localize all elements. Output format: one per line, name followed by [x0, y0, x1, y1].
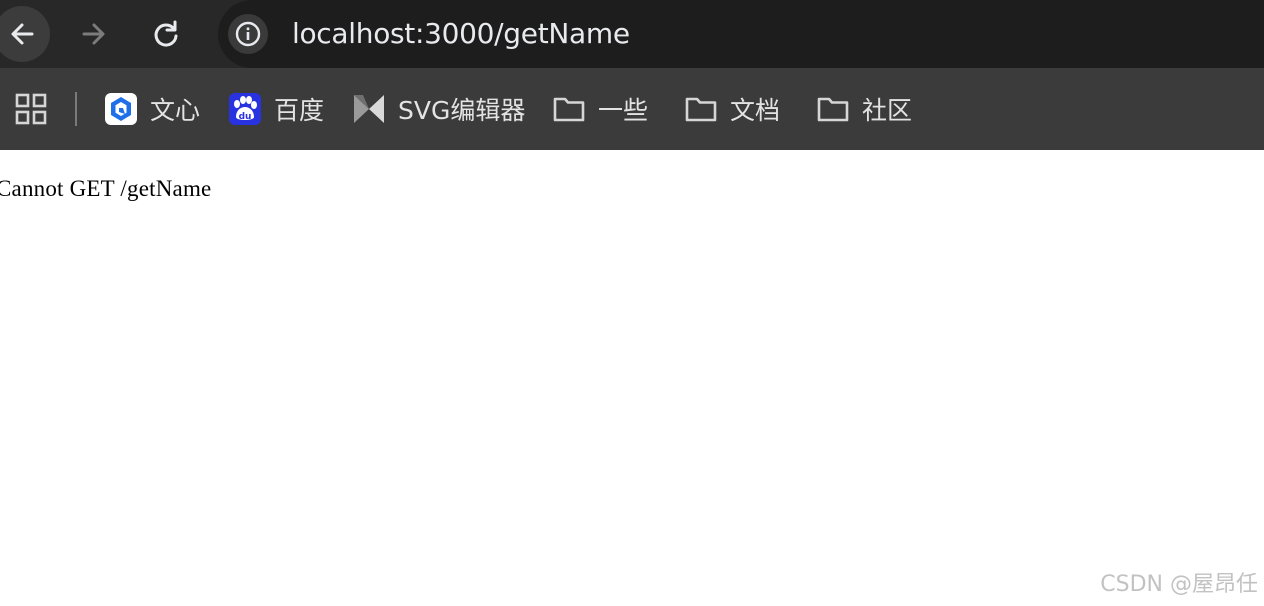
forward-button[interactable] — [66, 6, 122, 62]
bookmark-baidu[interactable]: du 百度 — [228, 88, 324, 130]
site-info-button[interactable] — [228, 14, 268, 54]
bookmark-wenxin[interactable]: 文心 — [104, 88, 200, 130]
folder-icon — [684, 92, 718, 126]
url-text[interactable]: localhost:3000/getName — [292, 14, 630, 54]
svg-text:du: du — [239, 112, 252, 122]
folder-icon — [816, 92, 850, 126]
baidu-logo-icon: du — [228, 92, 262, 126]
bookmark-folder-shequ[interactable]: 社区 — [816, 88, 912, 130]
apps-grid-icon[interactable] — [14, 92, 48, 126]
svg-editor-logo-icon — [352, 92, 386, 126]
info-icon — [235, 21, 261, 47]
back-arrow-icon — [11, 23, 34, 45]
bookmark-label: 文心 — [150, 96, 201, 125]
bookmarks-bar: 文心 du 百度 SVG编辑器 一些 文档 社区 — [0, 68, 1264, 150]
folder-icon — [552, 92, 586, 126]
forward-arrow-icon — [82, 23, 105, 45]
browser-toolbar: localhost:3000/getName — [0, 0, 1264, 68]
back-button[interactable] — [0, 6, 50, 62]
reload-icon — [154, 20, 178, 47]
reload-button[interactable] — [138, 6, 194, 62]
bookmark-svg-editor[interactable]: SVG编辑器 — [352, 88, 525, 130]
bookmarks-separator — [75, 92, 77, 126]
bookmark-label: SVG编辑器 — [398, 96, 526, 125]
bookmark-label: 社区 — [862, 96, 913, 125]
watermark: CSDN @屋昂任 — [1100, 572, 1258, 597]
wenxin-logo-icon — [104, 92, 138, 126]
error-message: Cannot GET /getName — [0, 176, 212, 201]
address-bar[interactable]: localhost:3000/getName — [218, 0, 1264, 68]
bookmark-label: 文档 — [730, 96, 781, 125]
bookmark-folder-wendang[interactable]: 文档 — [684, 88, 780, 130]
bookmark-folder-yixie[interactable]: 一些 — [552, 88, 648, 130]
bookmark-label: 百度 — [274, 96, 325, 125]
bookmark-label: 一些 — [598, 96, 649, 125]
